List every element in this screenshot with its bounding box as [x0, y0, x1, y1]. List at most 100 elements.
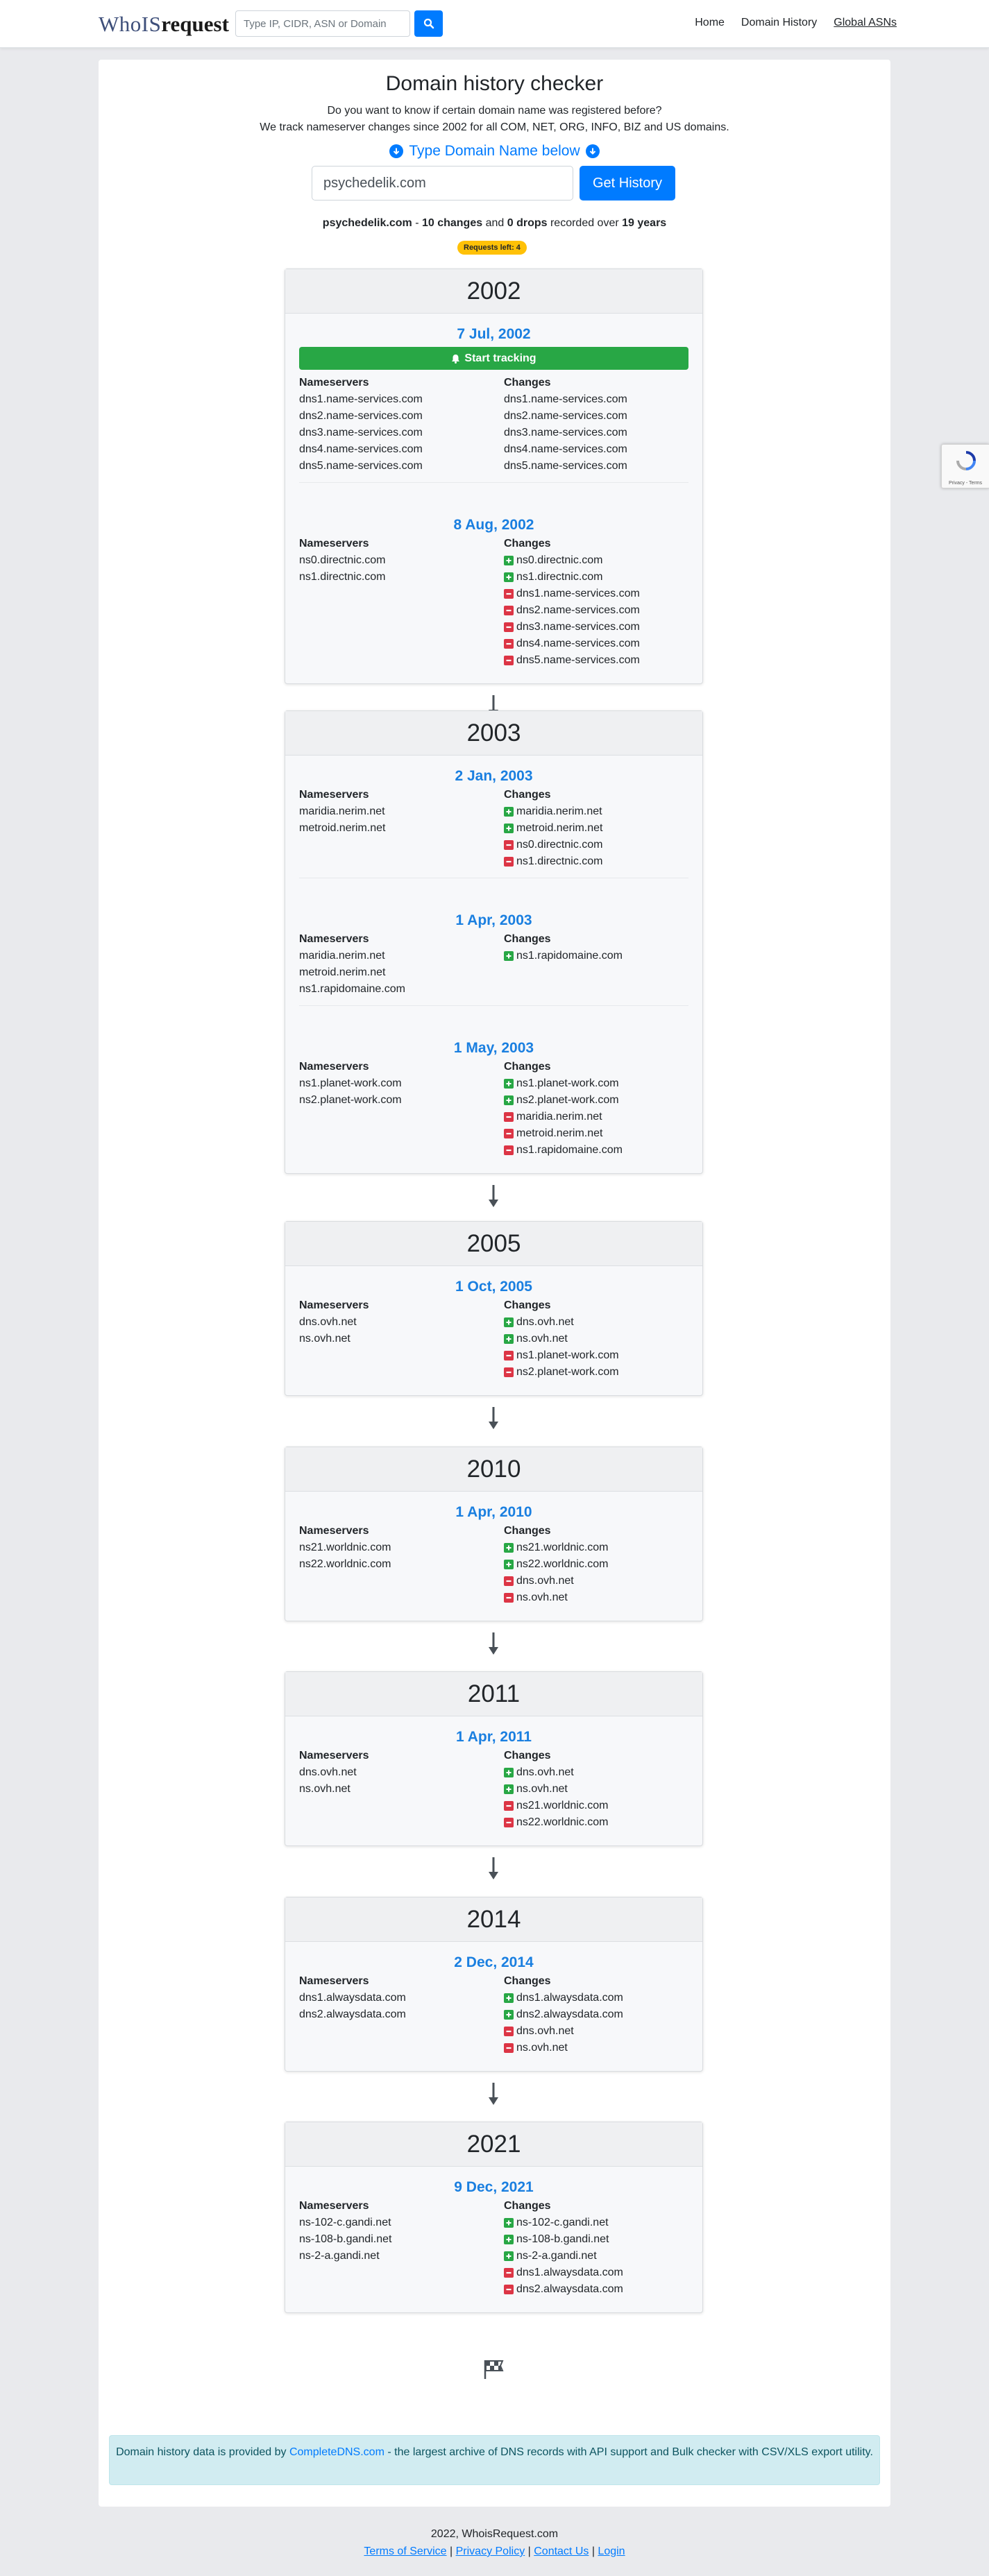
- privacy-link[interactable]: Privacy Policy: [456, 2545, 525, 2557]
- entry-date: 2 Dec, 2014: [454, 1954, 534, 1970]
- change-text: ns1.directnic.com: [516, 571, 603, 583]
- changes-header: Changes: [504, 1975, 551, 1987]
- change-item: dns4.name-services.com: [504, 638, 640, 650]
- change-text: dns2.alwaysdata.com: [516, 2283, 623, 2295]
- year-heading: 2014: [285, 1897, 702, 1942]
- change-text: ns.ovh.net: [516, 1592, 568, 1603]
- provider-prefix: Domain history data is provided by: [116, 2446, 289, 2458]
- change-text: dns2.alwaysdata.com: [516, 2008, 623, 2020]
- change-text: dns.ovh.net: [516, 1766, 574, 1778]
- plus-square-icon: [504, 2218, 514, 2228]
- recaptcha-badge[interactable]: Privacy - Terms: [941, 444, 989, 488]
- plus-square-icon: [504, 1560, 514, 1569]
- arrow-down-icon: [488, 2082, 499, 2106]
- minus-square-icon: [504, 1818, 514, 1827]
- arrow-down-circle-icon: [585, 144, 600, 158]
- nameserver-item: maridia.nerim.net: [299, 805, 385, 817]
- change-text: ns0.directnic.com: [516, 839, 603, 851]
- change-text: ns21.worldnic.com: [516, 1542, 609, 1553]
- change-item: ns1.planet-work.com: [504, 1349, 619, 1362]
- completedns-link[interactable]: CompleteDNS.com: [289, 2446, 384, 2458]
- nameservers-header: Nameservers: [299, 377, 369, 389]
- change-item: dns5.name-services.com: [504, 654, 640, 667]
- nav-link-global-asns[interactable]: Global ASNs: [834, 17, 897, 29]
- minus-square-icon: [504, 1351, 514, 1360]
- nav-link-domain-history[interactable]: Domain History: [741, 17, 817, 29]
- start-tracking-button[interactable]: Start tracking: [299, 347, 688, 370]
- arrow-down-circle-icon: [389, 144, 404, 158]
- change-text: dns.ovh.net: [516, 1575, 574, 1587]
- plus-square-icon: [504, 2010, 514, 2020]
- minus-square-icon: [504, 606, 514, 615]
- plus-square-icon: [504, 951, 514, 961]
- change-item: ns.ovh.net: [504, 1783, 568, 1795]
- change-text: dns4.name-services.com: [516, 638, 640, 649]
- nameservers-header: Nameservers: [299, 933, 369, 945]
- change-item: dns1.name-services.com: [504, 393, 627, 406]
- change-item: ns2.planet-work.com: [504, 1366, 619, 1379]
- entry-date: 1 Oct, 2005: [455, 1279, 532, 1295]
- get-history-button[interactable]: Get History: [580, 166, 675, 201]
- change-item: ns1.planet-work.com: [504, 1077, 619, 1090]
- minus-square-icon: [504, 1801, 514, 1811]
- nameserver-item: ns1.directnic.com: [299, 571, 386, 583]
- nameservers-header: Nameservers: [299, 538, 369, 549]
- nameserver-item: ns21.worldnic.com: [299, 1542, 391, 1553]
- changes-header: Changes: [504, 377, 551, 389]
- nameserver-item: dns1.name-services.com: [299, 393, 423, 405]
- change-item: ns22.worldnic.com: [504, 1558, 609, 1571]
- nameserver-item: dns.ovh.net: [299, 1316, 357, 1328]
- nameserver-item: ns-102-c.gandi.net: [299, 2217, 391, 2228]
- minus-square-icon: [504, 622, 514, 632]
- change-text: ns1.rapidomaine.com: [516, 950, 623, 962]
- change-text: ns1.planet-work.com: [516, 1077, 619, 1089]
- change-text: dns1.alwaysdata.com: [516, 1992, 623, 2004]
- changes-header: Changes: [504, 538, 551, 549]
- arrow-down-icon: [488, 1857, 499, 1880]
- copyright: 2022, WhoisRequest.com: [430, 2528, 559, 2540]
- domain-form: Get History: [312, 166, 675, 201]
- arrow-down-icon: [488, 1632, 499, 1655]
- summary-and: and: [482, 217, 507, 229]
- plus-square-icon: [504, 1993, 514, 2003]
- nameserver-item: ns1.rapidomaine.com: [299, 983, 405, 995]
- nav-search-button[interactable]: [414, 10, 443, 37]
- contact-link[interactable]: Contact Us: [534, 2545, 589, 2557]
- nav-search-input[interactable]: [235, 10, 410, 37]
- plus-square-icon: [504, 1543, 514, 1553]
- plus-square-icon: [504, 2251, 514, 2261]
- minus-square-icon: [504, 857, 514, 867]
- summary-line: psychedelik.com - 10 changes and 0 drops…: [99, 217, 890, 230]
- change-item: dns.ovh.net: [504, 2025, 574, 2038]
- minus-square-icon: [504, 656, 514, 665]
- nav-link-home[interactable]: Home: [695, 17, 725, 29]
- finish-flag-icon: [482, 2358, 506, 2384]
- change-item: ns1.rapidomaine.com: [504, 950, 623, 962]
- change-text: ns.ovh.net: [516, 1783, 568, 1795]
- nameserver-item: ns-2-a.gandi.net: [299, 2250, 380, 2262]
- change-item: dns2.alwaysdata.com: [504, 2008, 623, 2021]
- year-heading: 2003: [285, 711, 702, 756]
- plus-square-icon: [504, 824, 514, 833]
- change-item: dns2.name-services.com: [504, 410, 627, 423]
- logo-part-2: request: [161, 12, 229, 36]
- change-item: ns22.worldnic.com: [504, 1816, 609, 1829]
- domain-input[interactable]: [312, 166, 573, 201]
- change-text: ns.ovh.net: [516, 2042, 568, 2054]
- logo[interactable]: WhoISrequest: [99, 12, 229, 37]
- change-item: dns1.alwaysdata.com: [504, 2267, 623, 2279]
- nameserver-item: ns0.directnic.com: [299, 554, 386, 566]
- page-title: Domain history checker: [385, 72, 604, 95]
- change-item: dns1.name-services.com: [504, 588, 640, 600]
- terms-link[interactable]: Terms of Service: [364, 2545, 446, 2557]
- nameserver-item: ns2.planet-work.com: [299, 1094, 402, 1106]
- change-item: dns3.name-services.com: [504, 621, 640, 633]
- year-section-2003: 2003 2 Jan, 2003 Nameservers Changes maridia…: [285, 710, 703, 1174]
- entry-date: 1 Apr, 2010: [455, 1504, 532, 1520]
- change-text: dns5.name-services.com: [516, 654, 640, 666]
- login-link[interactable]: Login: [598, 2545, 625, 2557]
- minus-square-icon: [504, 589, 514, 599]
- nameservers-header: Nameservers: [299, 1299, 369, 1311]
- changes-header: Changes: [504, 1299, 551, 1311]
- change-text: metroid.nerim.net: [516, 1127, 603, 1139]
